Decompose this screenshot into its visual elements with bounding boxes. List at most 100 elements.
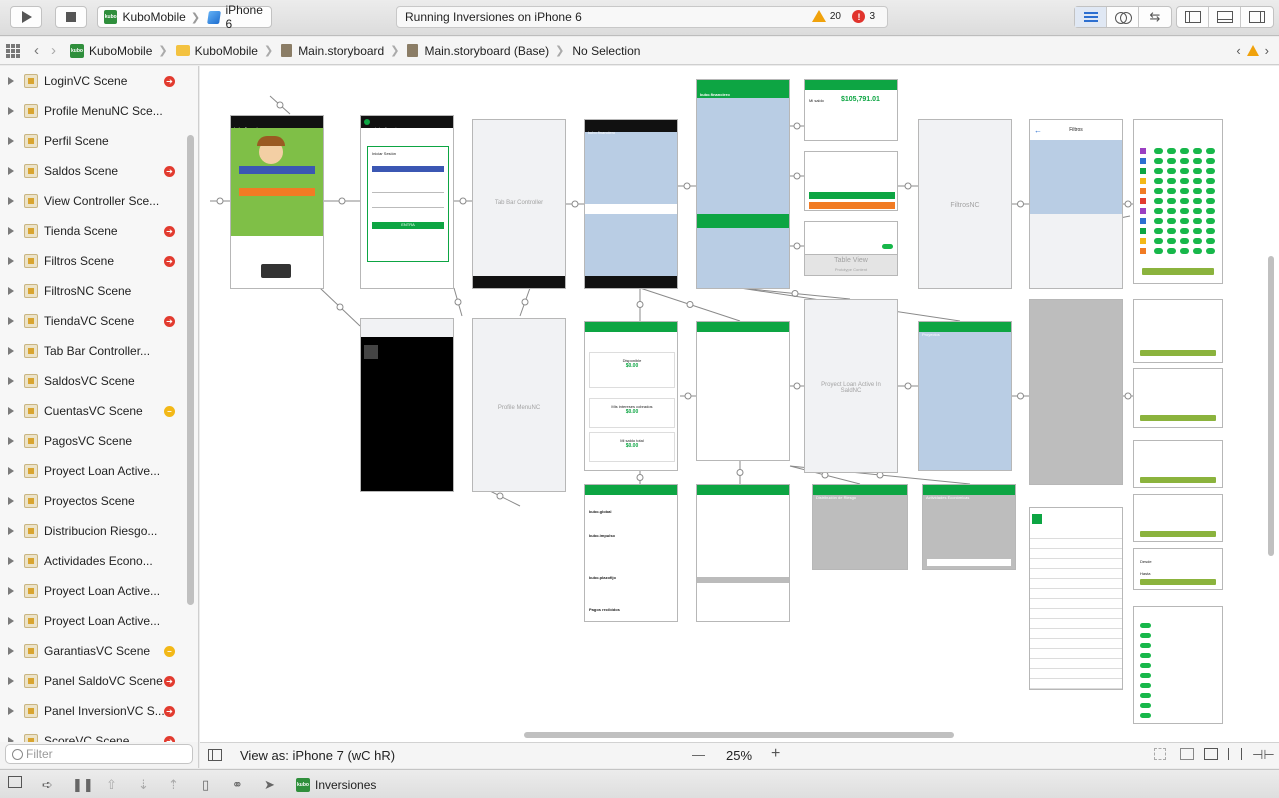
purpose-toggle[interactable] [1140,683,1151,688]
disclosure-triangle-icon[interactable] [8,527,14,535]
zoom-in-button[interactable]: + [771,745,780,763]
scene-profile-menu-nc[interactable]: Profile MenuNC [472,318,566,492]
score-toggle[interactable] [1154,178,1163,184]
scene-tienda[interactable]: kubo.financiero [696,79,790,289]
toggle-outline-icon[interactable] [208,749,222,761]
score-toggle[interactable] [1193,178,1202,184]
disclosure-triangle-icon[interactable] [8,377,14,385]
scene-tab-bar-controller[interactable]: Tab Bar Controller [472,119,566,289]
score-toggle[interactable] [1180,178,1189,184]
segue-icon[interactable] [793,122,801,130]
zoom-out-button[interactable]: — [692,747,705,762]
scene-row[interactable]: Saldos Scene ➔ [0,156,186,186]
score-toggle[interactable] [1193,188,1202,194]
disclosure-triangle-icon[interactable] [8,437,14,445]
filter-search-button[interactable] [1140,579,1216,585]
scene-saldos[interactable]: kubo.financiero [584,119,678,289]
score-toggle[interactable] [1154,218,1163,224]
score-toggle[interactable] [1206,168,1215,174]
toggle-utilities-button[interactable] [1241,7,1273,27]
scene-proyect-loan-2[interactable] [1029,299,1123,485]
disclosure-triangle-icon[interactable] [8,407,14,415]
disclosure-triangle-icon[interactable] [8,587,14,595]
score-toggle[interactable] [1167,238,1176,244]
purpose-toggle[interactable] [1140,693,1151,698]
segue-icon[interactable] [338,197,346,205]
toggle-navigator-button[interactable] [1177,7,1209,27]
score-search-button[interactable] [1142,268,1214,275]
toggle-debug-area-button[interactable] [1209,7,1241,27]
pause-icon[interactable]: ❚❚ [72,777,94,793]
scene-filter-purpose[interactable] [1133,606,1223,724]
score-toggle[interactable] [1206,158,1215,164]
segue-icon[interactable] [793,382,801,390]
score-toggle[interactable] [1193,148,1202,154]
scene-proyect-loan[interactable]: Proyect Loan Active In SaldNC [804,299,898,473]
scene-row[interactable]: CuentasVC Scene – [0,396,186,426]
score-toggle[interactable] [1180,228,1189,234]
score-toggle[interactable] [1193,158,1202,164]
scene-pagos-vc[interactable]: Resumen de pagos kubo.global kubo.impuls… [584,484,678,622]
scene-row[interactable]: Filtros Scene ➔ [0,246,186,276]
segue-icon[interactable] [736,469,744,476]
purpose-toggle[interactable] [1140,653,1151,658]
scene-filter-range[interactable] [1133,440,1223,488]
segue-icon[interactable] [636,474,644,481]
step-out-icon[interactable]: ⇡ [168,777,179,793]
disclosure-triangle-icon[interactable] [8,467,14,475]
invest-button[interactable] [809,192,895,199]
score-toggle[interactable] [1180,198,1189,204]
score-toggle[interactable] [1167,178,1176,184]
segue-icon[interactable] [571,200,579,208]
login-button[interactable] [239,188,315,196]
segue-icon[interactable] [904,382,912,390]
breadcrumb-group[interactable]: KuboMobile ❯ [175,44,273,58]
segment-control[interactable] [927,559,1011,566]
score-toggle[interactable] [1167,218,1176,224]
hide-debug-area-icon[interactable] [8,776,22,788]
score-toggle[interactable] [1167,148,1176,154]
score-toggle[interactable] [1206,178,1215,184]
disclosure-triangle-icon[interactable] [8,137,14,145]
filter-search-button[interactable] [1140,415,1216,421]
disclosure-triangle-icon[interactable] [8,77,14,85]
scene-filtros[interactable]: ← Filtros [1029,119,1123,289]
segue-icon[interactable] [1017,392,1024,400]
score-toggle[interactable] [1206,208,1215,214]
error-badge-icon[interactable]: ➔ [164,705,175,717]
scene-row[interactable]: Proyect Loan Active... [0,606,186,636]
segue-icon[interactable] [793,172,801,180]
scene-row[interactable]: LoginVC Scene ➔ [0,66,186,96]
score-toggle[interactable] [1167,158,1176,164]
purpose-toggle[interactable] [1140,663,1151,668]
filter-search-button[interactable] [1140,477,1216,483]
stack-icon[interactable] [1180,748,1194,760]
register-button[interactable] [239,166,315,174]
scene-row[interactable]: Proyect Loan Active... [0,576,186,606]
score-toggle[interactable] [1180,168,1189,174]
score-toggle[interactable] [1154,238,1163,244]
scene-row[interactable]: View Controller Sce... [0,186,186,216]
purpose-toggle[interactable] [1140,623,1151,628]
segue-icon[interactable] [904,182,912,190]
toggle-switch[interactable] [882,244,893,249]
next-issue-icon[interactable]: › [1265,43,1269,58]
warning-badge-icon[interactable]: – [164,405,175,417]
disclosure-triangle-icon[interactable] [8,347,14,355]
location-icon[interactable]: ➤ [264,777,275,793]
scene-cuentas-vc[interactable]: Resumen [696,321,790,461]
stop-button[interactable] [55,6,87,28]
scene-row[interactable]: TiendaVC Scene ➔ [0,306,186,336]
score-toggle[interactable] [1180,148,1189,154]
score-toggle[interactable] [1193,238,1202,244]
segue-icon[interactable] [216,197,224,205]
error-badge-icon[interactable]: ➔ [164,255,175,267]
view-hierarchy-icon[interactable]: ▯ [202,777,209,793]
breakpoints-icon[interactable]: ➪ [42,777,53,793]
score-toggle[interactable] [1180,238,1189,244]
canvas-horizontal-scrollbar[interactable] [524,732,954,738]
canvas-vertical-scrollbar[interactable] [1268,256,1274,556]
breadcrumb-localization[interactable]: Main.storyboard (Base) ❯ [407,44,564,58]
disclosure-triangle-icon[interactable] [8,707,14,715]
update-frames-icon[interactable] [1154,748,1166,760]
